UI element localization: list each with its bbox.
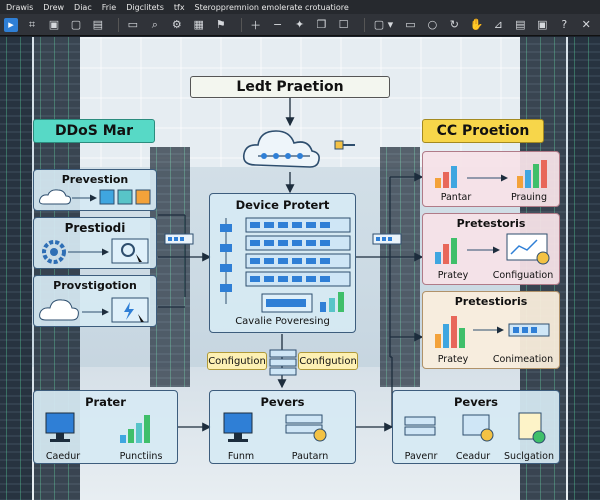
toolbar-separator	[240, 17, 242, 32]
chart-monitor-icon	[435, 233, 550, 265]
right-box-2-label-right: Configuation	[492, 270, 554, 281]
zoom-dropdown[interactable]: ▢ ▾	[371, 17, 397, 33]
right-box-1-label-right: Prauing	[510, 192, 547, 203]
hand-icon[interactable]: ✋	[468, 17, 484, 33]
config-tag-right[interactable]: Configution	[298, 352, 358, 370]
diagram-canvas: Ledt Praetion DDoS Mar Prevestion Presti…	[0, 37, 600, 500]
left-box-prevention[interactable]: Prevestion	[33, 169, 157, 211]
config-tag-left[interactable]: Configution	[207, 352, 267, 370]
bottom-box-pevers-center[interactable]: Pevers Funm Pautarn	[209, 390, 356, 464]
server-mini-icon	[269, 349, 297, 376]
bottom-box-3-title: Pevers	[453, 395, 499, 409]
left-connector-icon	[164, 233, 194, 245]
folder-icon[interactable]: ▭	[125, 17, 141, 33]
image-icon[interactable]: ▣	[46, 17, 62, 33]
bottom-box-prater[interactable]: Prater Caedur Punctiins	[33, 390, 178, 464]
monitor-server-icon	[223, 412, 327, 442]
menu-bar: Drawis Drew Diac Frie Digclitets tfx Ste…	[0, 0, 600, 14]
help-icon[interactable]: ?	[556, 17, 572, 33]
right-connector-icon	[372, 233, 402, 245]
menu-item-7[interactable]: Steroppremnion emolerate crotuatiore	[195, 3, 349, 12]
left-box-2-title: Prestiodi	[64, 221, 126, 235]
right-box-3-label-left: Pratey	[437, 354, 469, 365]
server-gear-icon	[404, 412, 546, 444]
menu-item-1[interactable]: Drawis	[6, 3, 33, 12]
circle-icon[interactable]: ○	[424, 17, 440, 33]
device-protect-box[interactable]: Device Protert Cavalie Poveresing	[209, 193, 356, 333]
plus-icon[interactable]: ＋	[248, 17, 264, 33]
left-box-prestiodi[interactable]: Prestiodi	[33, 217, 157, 269]
right-box-2-label-left: Pratey	[437, 270, 469, 281]
right-box-3-title: Pretestioris	[454, 295, 528, 308]
toolbar-separator	[363, 17, 365, 32]
cloud-flow-icon	[39, 189, 151, 205]
monitor-chart-icon	[45, 412, 150, 443]
cloud-icon	[242, 130, 320, 168]
key-icon	[334, 140, 355, 150]
right-box-2-title: Pretestoris	[456, 217, 526, 230]
frame-icon[interactable]: ▢	[68, 17, 84, 33]
left-banner-title: DDoS Mar	[54, 123, 134, 139]
grid-icon[interactable]: ▦	[191, 17, 207, 33]
top-title-box[interactable]: Ledt Praetion	[190, 76, 390, 98]
menu-item-5[interactable]: Digclitets	[126, 3, 164, 12]
menu-item-6[interactable]: tfx	[174, 3, 185, 12]
bottom-box-2-label-2: Pautarn	[291, 451, 329, 462]
bottom-box-2-label-1: Funm	[227, 451, 255, 462]
left-box-provstigotion[interactable]: Provstigotion	[33, 275, 157, 327]
chart-server-icon	[435, 316, 550, 348]
bar-chart-icon	[435, 160, 547, 188]
rectangle-icon[interactable]: ▭	[402, 17, 418, 33]
gear-monitor-icon	[42, 238, 149, 264]
close-icon[interactable]: ✕	[578, 17, 594, 33]
menu-item-3[interactable]: Diac	[74, 3, 92, 12]
crop-icon[interactable]: ⌗	[24, 17, 40, 33]
toolbar-separator	[117, 17, 119, 32]
right-box-1-label-left: Pantar	[440, 192, 472, 203]
config-tag-right-label: Configution	[299, 355, 357, 367]
left-box-3-title: Provstigotion	[53, 279, 137, 292]
top-title: Ledt Praetion	[236, 79, 344, 95]
rotate-icon[interactable]: ↻	[446, 17, 462, 33]
right-box-3[interactable]: Pretestioris Pratey Conimeation	[422, 291, 560, 369]
bottom-box-1-label-2: Punctiins	[119, 451, 163, 462]
select-tool-icon[interactable]: ▸	[4, 17, 18, 32]
right-box-3-label-right: Conimeation	[492, 354, 554, 365]
bookmark-icon[interactable]: ❐	[314, 17, 330, 33]
menu-item-4[interactable]: Frie	[102, 3, 116, 12]
minus-icon[interactable]: −	[270, 17, 286, 33]
config-tag-left-label: Configution	[208, 355, 266, 367]
bottom-box-1-label-1: Caedur	[45, 451, 81, 462]
left-box-1-title: Prevestion	[61, 173, 129, 186]
bottom-box-3-label-2: Ceadur	[455, 451, 491, 462]
device-protect-caption: Cavalie Poveresing	[235, 316, 330, 327]
menu-item-2[interactable]: Drew	[43, 3, 64, 12]
right-box-2[interactable]: Pretestoris Pratey Configuation	[422, 213, 560, 285]
server-stack-icon	[220, 217, 351, 313]
new-file-icon[interactable]: ▤	[90, 17, 106, 33]
right-box-1[interactable]: Pantar Prauing	[422, 151, 560, 207]
bottom-box-3-label-1: Paveпr	[404, 451, 438, 462]
right-banner-title: CC Proetion	[436, 123, 530, 139]
cloud-shield-icon	[39, 297, 149, 323]
right-banner[interactable]: CC Proetion	[422, 119, 544, 143]
settings-icon[interactable]: ⚙	[169, 17, 185, 33]
bottom-box-1-title: Prater	[85, 395, 126, 409]
filter-icon[interactable]: ⊿	[490, 17, 506, 33]
lock-icon[interactable]: ▣	[534, 17, 550, 33]
search-icon[interactable]: ⌕	[147, 17, 163, 33]
bottom-box-2-title: Pevers	[260, 395, 305, 409]
bottom-box-pevers-right[interactable]: Pevers Paveпr Ceadur Suclgation	[392, 390, 560, 464]
flag-icon[interactable]: ⚑	[213, 17, 229, 33]
layers-icon[interactable]: ▤	[512, 17, 528, 33]
star-icon[interactable]: ✦	[292, 17, 308, 33]
comment-icon[interactable]: ☐	[336, 17, 352, 33]
device-protect-title: Device Protert	[235, 198, 330, 212]
bottom-box-3-label-3: Suclgation	[504, 451, 554, 462]
toolbar: ▸ ⌗ ▣ ▢ ▤ ▭ ⌕ ⚙ ▦ ⚑ ＋ − ✦ ❐ ☐ ▢ ▾ ▭ ○ ↻ …	[0, 14, 600, 36]
left-banner[interactable]: DDoS Mar	[33, 119, 155, 143]
